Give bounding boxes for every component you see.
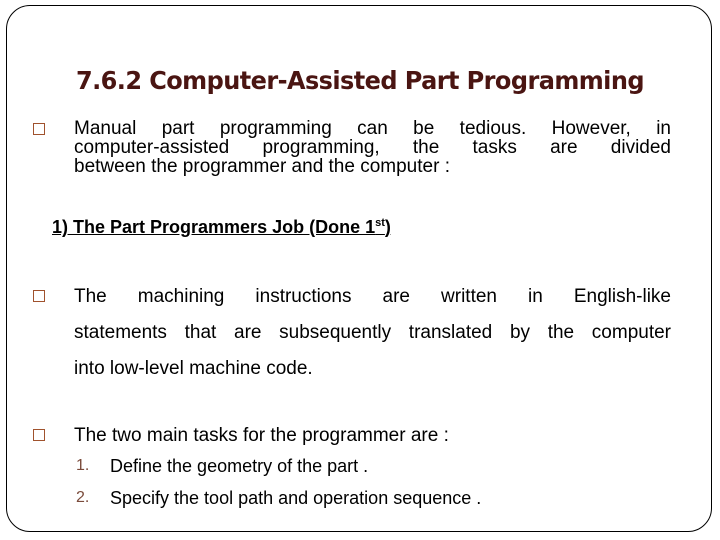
- text-line: computer-assisted programming, the tasks…: [74, 137, 671, 158]
- square-bullet-icon: [33, 429, 45, 441]
- bullet-machining-instructions: The machining instructions are written i…: [33, 279, 671, 387]
- square-bullet-icon: [33, 290, 45, 302]
- bullet-intro: Manual part programming can be tedious. …: [33, 119, 671, 179]
- list-number: 2.: [76, 489, 90, 506]
- section-heading: 1) The Part Programmers Job (Done 1st): [52, 217, 391, 238]
- text-line: Manual part programming can be tedious. …: [74, 118, 671, 139]
- bullet-intro-text: Manual part programming can be tedious. …: [74, 119, 671, 176]
- section-heading-superscript: st: [375, 217, 385, 229]
- slide-title: 7.6.2 Computer-Assisted Part Programming: [76, 66, 645, 95]
- text-line: The two main tasks for the programmer ar…: [74, 425, 449, 446]
- bullet-main-tasks: The two main tasks for the programmer ar…: [33, 418, 671, 454]
- bullet-main-tasks-text: The two main tasks for the programmer ar…: [74, 418, 671, 454]
- text-line: between the programmer and the computer …: [74, 156, 450, 177]
- list-number: 1.: [76, 457, 90, 474]
- text-line: statements that are subsequently transla…: [74, 322, 671, 343]
- bullet-machining-text: The machining instructions are written i…: [74, 279, 671, 387]
- section-heading-text: 1) The Part Programmers Job (Done 1: [52, 217, 376, 237]
- square-bullet-icon: [33, 123, 45, 135]
- list-item-text: Specify the tool path and operation sequ…: [110, 488, 482, 508]
- section-heading-suffix: ): [384, 217, 391, 237]
- text-line: into low-level machine code.: [74, 358, 313, 379]
- list-item-text: Define the geometry of the part .: [110, 456, 369, 476]
- text-line: The machining instructions are written i…: [74, 286, 671, 307]
